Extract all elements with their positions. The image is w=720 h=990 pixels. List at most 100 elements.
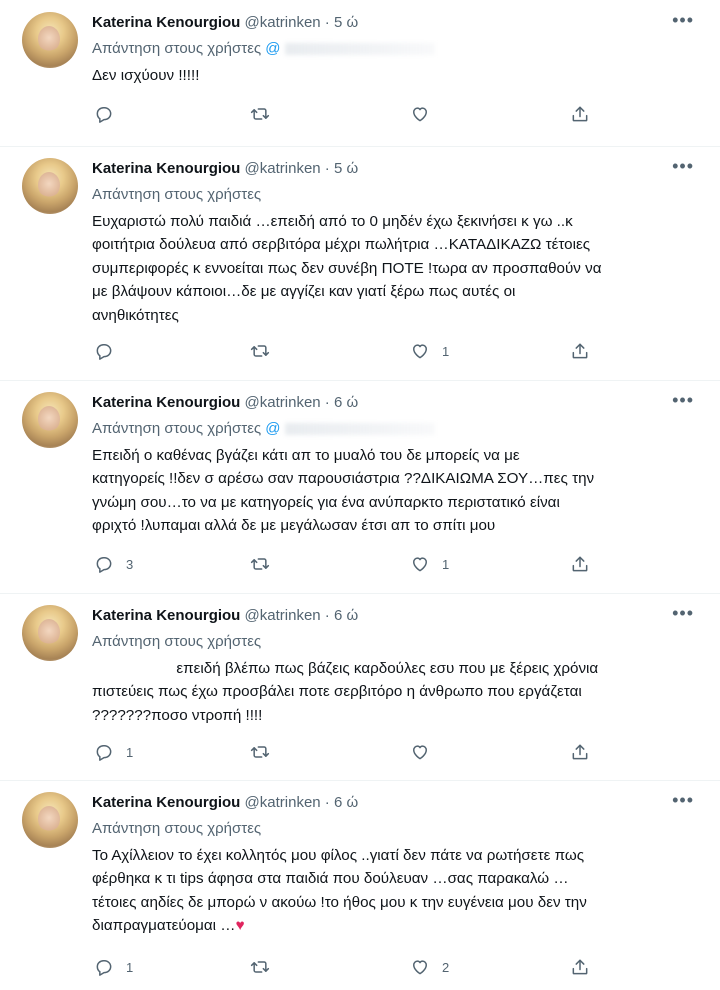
share-button[interactable] bbox=[570, 740, 590, 764]
reply-to-line: Απάντηση στους χρήστες bbox=[92, 186, 261, 203]
share-upload-icon bbox=[572, 959, 588, 975]
like-button[interactable]: 1 bbox=[410, 339, 449, 363]
timestamp[interactable]: 6 ώ bbox=[334, 607, 358, 624]
tweet-header: Katerina Kenourgiou @katrinken · 6 ώ bbox=[92, 607, 358, 624]
author-handle[interactable]: @katrinken bbox=[245, 394, 321, 411]
reply-button[interactable]: 1 bbox=[94, 955, 133, 979]
author-handle[interactable]: @katrinken bbox=[245, 160, 321, 177]
more-horizontal-icon[interactable]: ••• bbox=[672, 603, 694, 624]
retweet-button[interactable] bbox=[250, 955, 282, 979]
heart-icon bbox=[413, 745, 427, 760]
retweet-button[interactable] bbox=[250, 102, 282, 126]
retweet-icon bbox=[250, 345, 270, 357]
reply-to-line: Απάντηση στους χρήστες @ bbox=[92, 40, 435, 57]
reply-count: 1 bbox=[126, 744, 134, 760]
tweet-header: Katerina Kenourgiou @katrinken · 6 ώ bbox=[92, 794, 358, 811]
tweet-text-body: Το Αχίλλειον το έχει κολλητός μου φίλος … bbox=[92, 847, 587, 935]
reply-to-label: Απάντηση στους χρήστες bbox=[92, 40, 262, 57]
heart-icon bbox=[413, 557, 427, 572]
author-name[interactable]: Katerina Kenourgiou bbox=[92, 14, 240, 31]
tweet-text: επειδή βλέπω πως βάζεις καρδούλες εσυ πο… bbox=[92, 660, 599, 724]
author-name[interactable]: Katerina Kenourgiou bbox=[92, 160, 240, 177]
tweet-text: Δεν ισχύουν !!!!! bbox=[92, 67, 200, 84]
retweet-button[interactable] bbox=[250, 552, 282, 576]
retweet-icon bbox=[250, 746, 270, 758]
reply-button[interactable]: 1 bbox=[94, 740, 133, 764]
share-button[interactable] bbox=[570, 339, 590, 363]
share-upload-icon bbox=[572, 106, 588, 122]
retweet-button[interactable] bbox=[250, 740, 282, 764]
share-upload-icon bbox=[572, 744, 588, 760]
tweet-actions bbox=[92, 102, 612, 126]
blurred-usernames bbox=[284, 43, 435, 56]
tweet-text: Επειδή ο καθένας βγάζει κάτι απ το μυαλό… bbox=[92, 447, 595, 535]
reply-mention[interactable]: @ bbox=[265, 40, 280, 57]
tweet-header: Katerina Kenourgiou @katrinken · 6 ώ bbox=[92, 394, 358, 411]
more-horizontal-icon[interactable]: ••• bbox=[672, 10, 694, 31]
author-name[interactable]: Katerina Kenourgiou bbox=[92, 794, 240, 811]
avatar[interactable] bbox=[22, 158, 78, 214]
avatar[interactable] bbox=[22, 12, 78, 68]
avatar[interactable] bbox=[22, 792, 78, 848]
separator-dot: · bbox=[324, 394, 330, 411]
like-button[interactable]: 2 bbox=[410, 955, 449, 979]
reply-to-line: Απάντηση στους χρήστες @ bbox=[92, 420, 435, 437]
author-name[interactable]: Katerina Kenourgiou bbox=[92, 607, 240, 624]
author-handle[interactable]: @katrinken bbox=[245, 607, 321, 624]
tweet[interactable]: Katerina Kenourgiou @katrinken · 5 ώ •••… bbox=[0, 0, 720, 146]
tweet-actions: 1 bbox=[92, 740, 612, 764]
reply-to-label: Απάντηση στους χρήστες bbox=[92, 420, 262, 437]
retweet-icon bbox=[250, 558, 270, 570]
author-name[interactable]: Katerina Kenourgiou bbox=[92, 394, 240, 411]
avatar[interactable] bbox=[22, 392, 78, 448]
share-button[interactable] bbox=[570, 552, 590, 576]
like-count: 2 bbox=[442, 959, 450, 975]
tweet[interactable]: Katerina Kenourgiou @katrinken · 6 ώ •••… bbox=[0, 380, 720, 593]
heart-icon bbox=[413, 344, 427, 359]
avatar[interactable] bbox=[22, 605, 78, 661]
author-handle[interactable]: @katrinken bbox=[245, 794, 321, 811]
retweet-icon bbox=[250, 108, 270, 120]
separator-dot: · bbox=[324, 794, 330, 811]
share-button[interactable] bbox=[570, 955, 590, 979]
tweet[interactable]: Katerina Kenourgiou @katrinken · 5 ώ •••… bbox=[0, 146, 720, 380]
reply-bubble-icon bbox=[96, 107, 112, 123]
reply-bubble-icon bbox=[96, 745, 112, 761]
reply-button[interactable]: 3 bbox=[94, 552, 133, 576]
more-horizontal-icon[interactable]: ••• bbox=[672, 156, 694, 177]
reply-bubble-icon bbox=[96, 557, 112, 573]
separator-dot: · bbox=[324, 607, 330, 624]
blurred-usernames bbox=[284, 423, 435, 436]
reply-count: 1 bbox=[126, 959, 134, 975]
timestamp[interactable]: 5 ώ bbox=[334, 14, 358, 31]
reply-to-label: Απάντηση στους χρήστες bbox=[92, 820, 262, 837]
red-heart-emoji: ♥ bbox=[235, 917, 245, 935]
like-button[interactable] bbox=[410, 740, 442, 764]
heart-icon bbox=[413, 107, 427, 122]
reply-count: 3 bbox=[126, 556, 134, 572]
reply-bubble-icon bbox=[96, 344, 112, 360]
reply-button[interactable] bbox=[94, 339, 126, 363]
reply-to-line: Απάντηση στους χρήστες bbox=[92, 633, 261, 650]
share-button[interactable] bbox=[570, 102, 590, 126]
share-upload-icon bbox=[572, 343, 588, 359]
tweet-header: Katerina Kenourgiou @katrinken · 5 ώ bbox=[92, 14, 358, 31]
timestamp[interactable]: 5 ώ bbox=[334, 160, 358, 177]
retweet-button[interactable] bbox=[250, 339, 282, 363]
author-handle[interactable]: @katrinken bbox=[245, 14, 321, 31]
tweet[interactable]: Katerina Kenourgiou @katrinken · 6 ώ •••… bbox=[0, 780, 720, 990]
more-horizontal-icon[interactable]: ••• bbox=[672, 790, 694, 811]
reply-button[interactable] bbox=[94, 102, 126, 126]
like-count: 1 bbox=[442, 556, 450, 572]
heart-icon bbox=[413, 960, 427, 975]
more-horizontal-icon[interactable]: ••• bbox=[672, 390, 694, 411]
timestamp[interactable]: 6 ώ bbox=[334, 794, 358, 811]
reply-to-label: Απάντηση στους χρήστες bbox=[92, 633, 262, 650]
tweet-actions: 3 1 bbox=[92, 552, 612, 576]
retweet-icon bbox=[250, 961, 270, 973]
like-button[interactable]: 1 bbox=[410, 552, 449, 576]
like-button[interactable] bbox=[410, 102, 442, 126]
reply-mention[interactable]: @ bbox=[265, 420, 280, 437]
tweet[interactable]: Katerina Kenourgiou @katrinken · 6 ώ •••… bbox=[0, 593, 720, 780]
timestamp[interactable]: 6 ώ bbox=[334, 394, 358, 411]
